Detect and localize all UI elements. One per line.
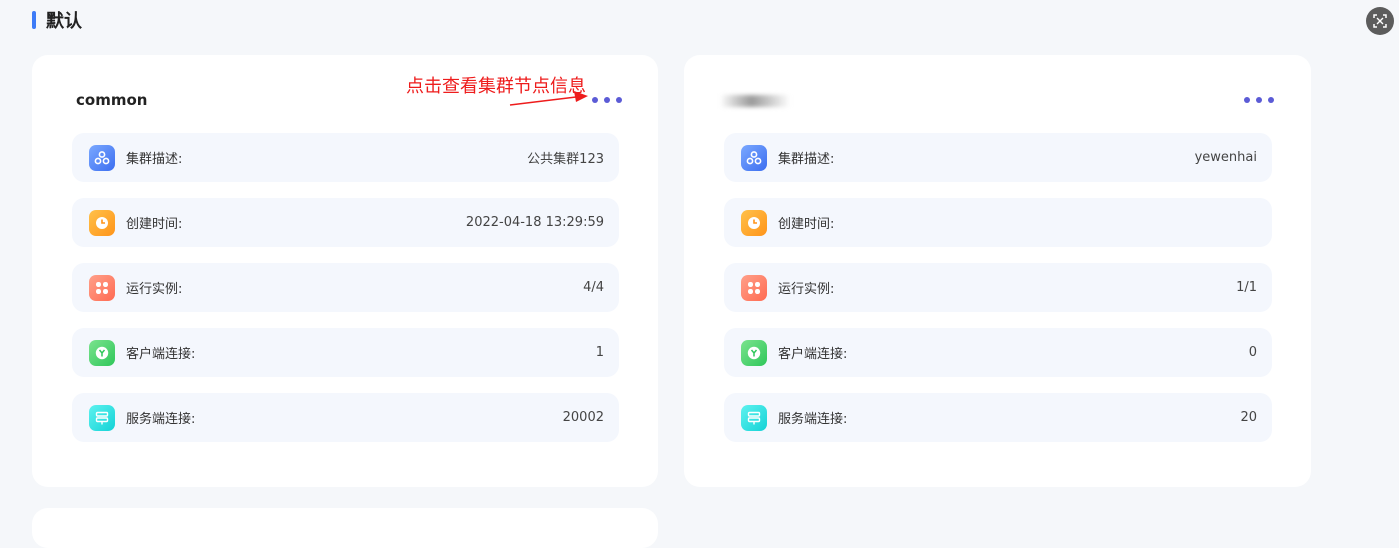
cluster-card <box>32 508 658 548</box>
client-icon <box>89 339 115 366</box>
row-value: 1/1 <box>1236 280 1257 295</box>
row-label: 集群描述: <box>778 152 835 167</box>
screenshot-icon <box>1373 14 1387 28</box>
clock-icon <box>741 209 767 236</box>
row-label: 创建时间: <box>126 217 183 232</box>
instances-icon <box>741 274 767 301</box>
more-dot <box>604 97 610 103</box>
more-dot <box>616 97 622 103</box>
more-options-button[interactable] <box>1244 93 1274 107</box>
row-value: 0 <box>1248 345 1257 360</box>
created-time-row: 创建时间: 2022-04-18 13:29:59 <box>72 198 619 247</box>
row-label: 客户端连接: <box>126 347 196 362</box>
row-label: 运行实例: <box>126 282 183 297</box>
row-label: 服务端连接: <box>126 412 196 427</box>
server-icon <box>741 404 767 431</box>
row-label: 运行实例: <box>778 282 835 297</box>
row-label: 创建时间: <box>778 217 835 232</box>
created-time-row: 创建时间: <box>724 198 1272 247</box>
row-label: 客户端连接: <box>778 347 848 362</box>
clock-icon <box>89 209 115 236</box>
more-dot <box>1244 97 1250 103</box>
cluster-icon <box>741 144 767 171</box>
row-label: 服务端连接: <box>778 412 848 427</box>
row-value: 4/4 <box>583 280 604 295</box>
section-title: 默认 <box>46 11 82 32</box>
running-instances-row: 运行实例: 1/1 <box>724 263 1272 312</box>
row-value: 20002 <box>562 410 604 425</box>
section-accent-bar <box>32 11 36 29</box>
more-dot <box>1256 97 1262 103</box>
cluster-card-title: common <box>76 91 148 109</box>
cluster-card: 集群描述: yewenhai 创建时间: 运行实例: 1/1 客户端连接: 0 … <box>684 55 1311 487</box>
annotation-arrow-icon <box>509 91 588 106</box>
cluster-description-row: 集群描述: yewenhai <box>724 133 1272 182</box>
cluster-icon <box>89 144 115 171</box>
cluster-card-title-redacted <box>720 95 790 107</box>
row-value: yewenhai <box>1194 150 1257 165</box>
server-connections-row: 服务端连接: 20 <box>724 393 1272 442</box>
screenshot-button[interactable] <box>1366 7 1394 35</box>
client-icon <box>741 339 767 366</box>
client-connections-row: 客户端连接: 0 <box>724 328 1272 377</box>
more-dot <box>1268 97 1274 103</box>
row-value: 1 <box>595 345 604 360</box>
running-instances-row: 运行实例: 4/4 <box>72 263 619 312</box>
instances-icon <box>89 274 115 301</box>
row-value: 公共集群123 <box>527 152 604 167</box>
row-label: 集群描述: <box>126 152 183 167</box>
server-connections-row: 服务端连接: 20002 <box>72 393 619 442</box>
cluster-description-row: 集群描述: 公共集群123 <box>72 133 619 182</box>
row-value: 20 <box>1240 410 1257 425</box>
section-header: 默认 <box>32 8 82 32</box>
row-value: 2022-04-18 13:29:59 <box>465 215 604 230</box>
client-connections-row: 客户端连接: 1 <box>72 328 619 377</box>
server-icon <box>89 404 115 431</box>
